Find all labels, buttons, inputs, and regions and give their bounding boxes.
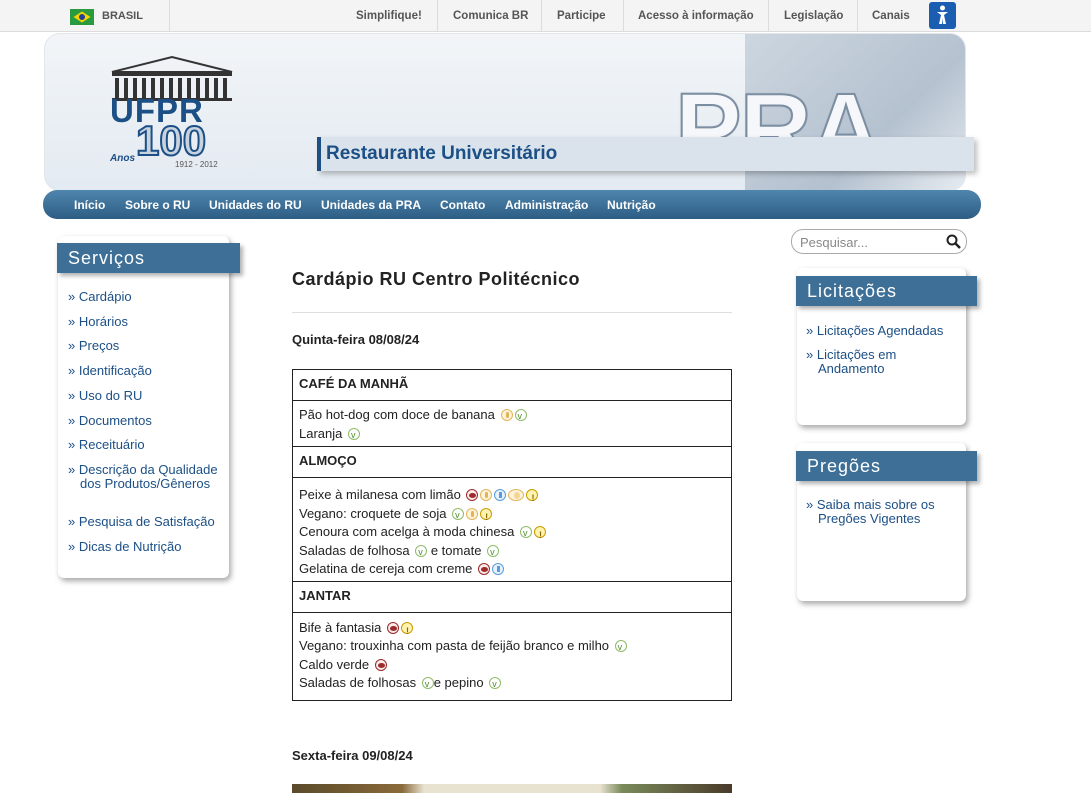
menu-item: Laranja	[299, 425, 725, 444]
day-heading-2: Sexta-feira 09/08/24	[292, 748, 413, 763]
menu-item: Saladas de folhosas e pepino	[299, 674, 725, 694]
section-jantar: JANTAR	[292, 580, 732, 613]
vegan-icon	[514, 407, 527, 426]
search-box	[791, 229, 967, 254]
licitacoes-title: Licitações	[796, 276, 977, 306]
pregoes-title: Pregões	[796, 451, 977, 481]
gov-link-participe[interactable]: Participe	[557, 10, 606, 22]
vegan-icon	[487, 543, 500, 561]
gluten-icon	[466, 507, 479, 520]
servico-link-receituario[interactable]: » Receituário	[68, 438, 145, 452]
menu-item: Vegano: trouxinha com pasta de feijão br…	[299, 637, 725, 657]
search-input[interactable]	[798, 233, 942, 251]
page-title-bar: Restaurante Universitário	[317, 137, 974, 171]
lactose-icon	[492, 563, 505, 575]
menu-item: Saladas de folhosa e tomate	[299, 542, 725, 561]
search-icon[interactable]	[946, 234, 961, 249]
brasil-link[interactable]: BRASIL	[102, 10, 143, 22]
brazil-flag-icon	[70, 9, 94, 25]
menu-item: Bife à fantasia	[299, 619, 725, 640]
section-almoco: ALMOÇO	[292, 446, 732, 478]
vegan-icon	[519, 524, 532, 543]
pregao-link-vigentes[interactable]: » Saiba mais sobre os Pregões Vigentes	[806, 498, 958, 526]
main-nav: Início Sobre o RU Unidades do RU Unidade…	[43, 190, 981, 219]
gov-link-comunica[interactable]: Comunica BR	[453, 10, 528, 22]
allergen-warning-icon	[526, 489, 539, 508]
accessibility-icon[interactable]	[929, 2, 956, 29]
cafe-items: Pão hot-dog com doce de banana Laranja	[292, 400, 732, 447]
gov-link-simplifique[interactable]: Simplifique!	[356, 10, 422, 22]
servicos-title: Serviços	[57, 243, 240, 273]
licitacao-link-andamento[interactable]: » Licitações em Andamento	[806, 348, 958, 376]
lactose-icon	[494, 489, 507, 501]
menu-table: CAFÉ DA MANHÃ Pão hot-dog com doce de ba…	[292, 369, 732, 701]
egg-icon	[508, 489, 525, 501]
servico-link-descricao[interactable]: » Descrição da Qualidade dos Produtos/Gê…	[68, 463, 220, 491]
animal-origin-icon	[466, 489, 479, 501]
gluten-icon	[480, 489, 493, 501]
animal-origin-icon	[387, 621, 400, 634]
servico-link-horarios[interactable]: » Horários	[68, 315, 128, 329]
servico-link-uso[interactable]: » Uso do RU	[68, 389, 142, 403]
ufpr-logo[interactable]: UFPR 100 Anos 1912 - 2012	[109, 54, 244, 182]
allergen-warning-icon	[480, 507, 493, 526]
divider	[292, 312, 732, 313]
licitacao-link-agendadas[interactable]: » Licitações Agendadas	[806, 324, 943, 338]
allergen-warning-icon	[533, 526, 546, 545]
site-title: Restaurante Universitário	[326, 143, 558, 164]
allergen-warning-icon	[401, 621, 414, 640]
vegan-icon	[415, 543, 428, 561]
anos-text: Anos	[110, 153, 135, 164]
menu-item: Pão hot-dog com doce de banana	[299, 406, 725, 426]
nav-sobre[interactable]: Sobre o RU	[125, 198, 190, 212]
menu-item: Gelatina de cereja com creme	[299, 560, 725, 579]
nav-unidades-ru[interactable]: Unidades do RU	[209, 198, 302, 212]
page-heading: Cardápio RU Centro Politécnico	[292, 269, 581, 289]
servico-link-dicas[interactable]: » Dicas de Nutrição	[68, 540, 181, 554]
gov-bar: BRASIL Simplifique! Comunica BR Particip…	[0, 0, 1091, 32]
gov-link-acesso[interactable]: Acesso à informação	[638, 10, 754, 22]
menu-item: Vegano: croquete de soja	[299, 505, 725, 526]
nav-contato[interactable]: Contato	[440, 198, 485, 212]
gov-link-canais[interactable]: Canais	[872, 10, 910, 22]
nav-inicio[interactable]: Início	[74, 198, 105, 212]
section-cafe: CAFÉ DA MANHÃ	[292, 369, 732, 401]
gov-link-legislacao[interactable]: Legislação	[784, 10, 843, 22]
menu-item: Cenoura com acelga à moda chinesa	[299, 523, 725, 545]
animal-origin-icon	[374, 658, 387, 671]
day-heading-1: Quinta-feira 08/08/24	[292, 332, 420, 347]
vegan-icon	[421, 675, 434, 694]
nav-administracao[interactable]: Administração	[505, 198, 588, 212]
years-text: 1912 - 2012	[175, 160, 218, 169]
vegan-icon	[452, 506, 465, 524]
jantar-items: Bife à fantasia Vegano: trouxinha com pa…	[292, 611, 732, 701]
servico-link-pesquisa[interactable]: » Pesquisa de Satisfação	[68, 515, 215, 529]
menu-item: Caldo verde	[299, 656, 725, 675]
menu-item: Peixe à milanesa com limão	[299, 486, 725, 508]
almoco-items: Peixe à milanesa com limão Vegano: croqu…	[292, 477, 732, 582]
vegan-icon	[348, 426, 360, 444]
menu-banner-image	[292, 784, 732, 793]
nav-nutricao[interactable]: Nutrição	[607, 198, 656, 212]
vegan-icon	[614, 638, 627, 657]
gluten-icon	[500, 409, 513, 421]
servico-link-identificacao[interactable]: » Identificação	[68, 364, 152, 378]
servico-link-precos[interactable]: » Preços	[68, 339, 119, 353]
servico-link-documentos[interactable]: » Documentos	[68, 414, 152, 428]
servico-link-cardapio[interactable]: » Cardápio	[68, 290, 132, 304]
vegan-icon	[489, 675, 502, 694]
animal-origin-icon	[478, 563, 491, 575]
anniversary-text: 100	[135, 116, 207, 165]
nav-unidades-pra[interactable]: Unidades da PRA	[321, 198, 421, 212]
